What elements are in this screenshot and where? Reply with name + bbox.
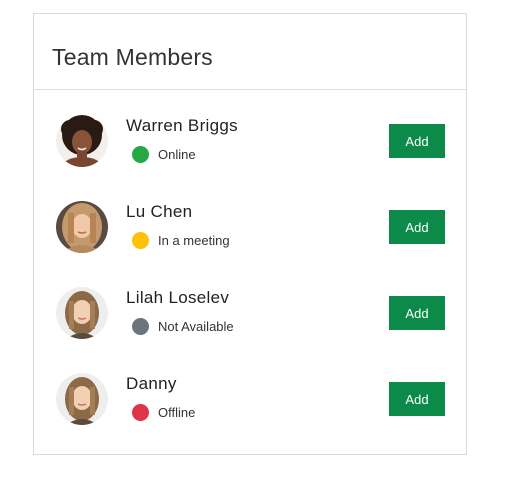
member-item: Danny Offline Add <box>34 373 466 459</box>
avatar <box>56 115 108 167</box>
avatar <box>56 287 108 339</box>
offline-status-dot <box>132 404 149 421</box>
member-status: In a meeting <box>132 232 230 249</box>
member-item: Lu Chen In a meeting Add <box>34 201 466 287</box>
member-name: Danny <box>126 374 177 393</box>
member-name: Lu Chen <box>126 202 193 221</box>
not-available-status-dot <box>132 318 149 335</box>
member-status: Not Available <box>132 318 234 335</box>
in-meeting-status-dot <box>132 232 149 249</box>
card-title: Team Members <box>52 44 213 70</box>
status-text: Offline <box>158 405 196 420</box>
status-text: In a meeting <box>158 233 230 248</box>
member-item: Lilah Loselev Not Available Add <box>34 287 466 373</box>
member-name: Warren Briggs <box>126 116 238 135</box>
member-status: Online <box>132 146 196 163</box>
team-members-card: Team Members Warren Briggs Online Add Lu… <box>33 13 467 455</box>
member-item: Warren Briggs Online Add <box>34 115 466 201</box>
online-status-dot <box>132 146 149 163</box>
avatar <box>56 373 108 425</box>
add-member-button[interactable]: Add <box>389 382 445 416</box>
status-text: Not Available <box>158 319 234 334</box>
add-member-button[interactable]: Add <box>389 296 445 330</box>
status-text: Online <box>158 147 196 162</box>
member-status: Offline <box>132 404 195 421</box>
avatar <box>56 201 108 253</box>
add-member-button[interactable]: Add <box>389 210 445 244</box>
add-member-button[interactable]: Add <box>389 124 445 158</box>
member-name: Lilah Loselev <box>126 288 230 307</box>
card-header: Team Members <box>34 14 466 90</box>
